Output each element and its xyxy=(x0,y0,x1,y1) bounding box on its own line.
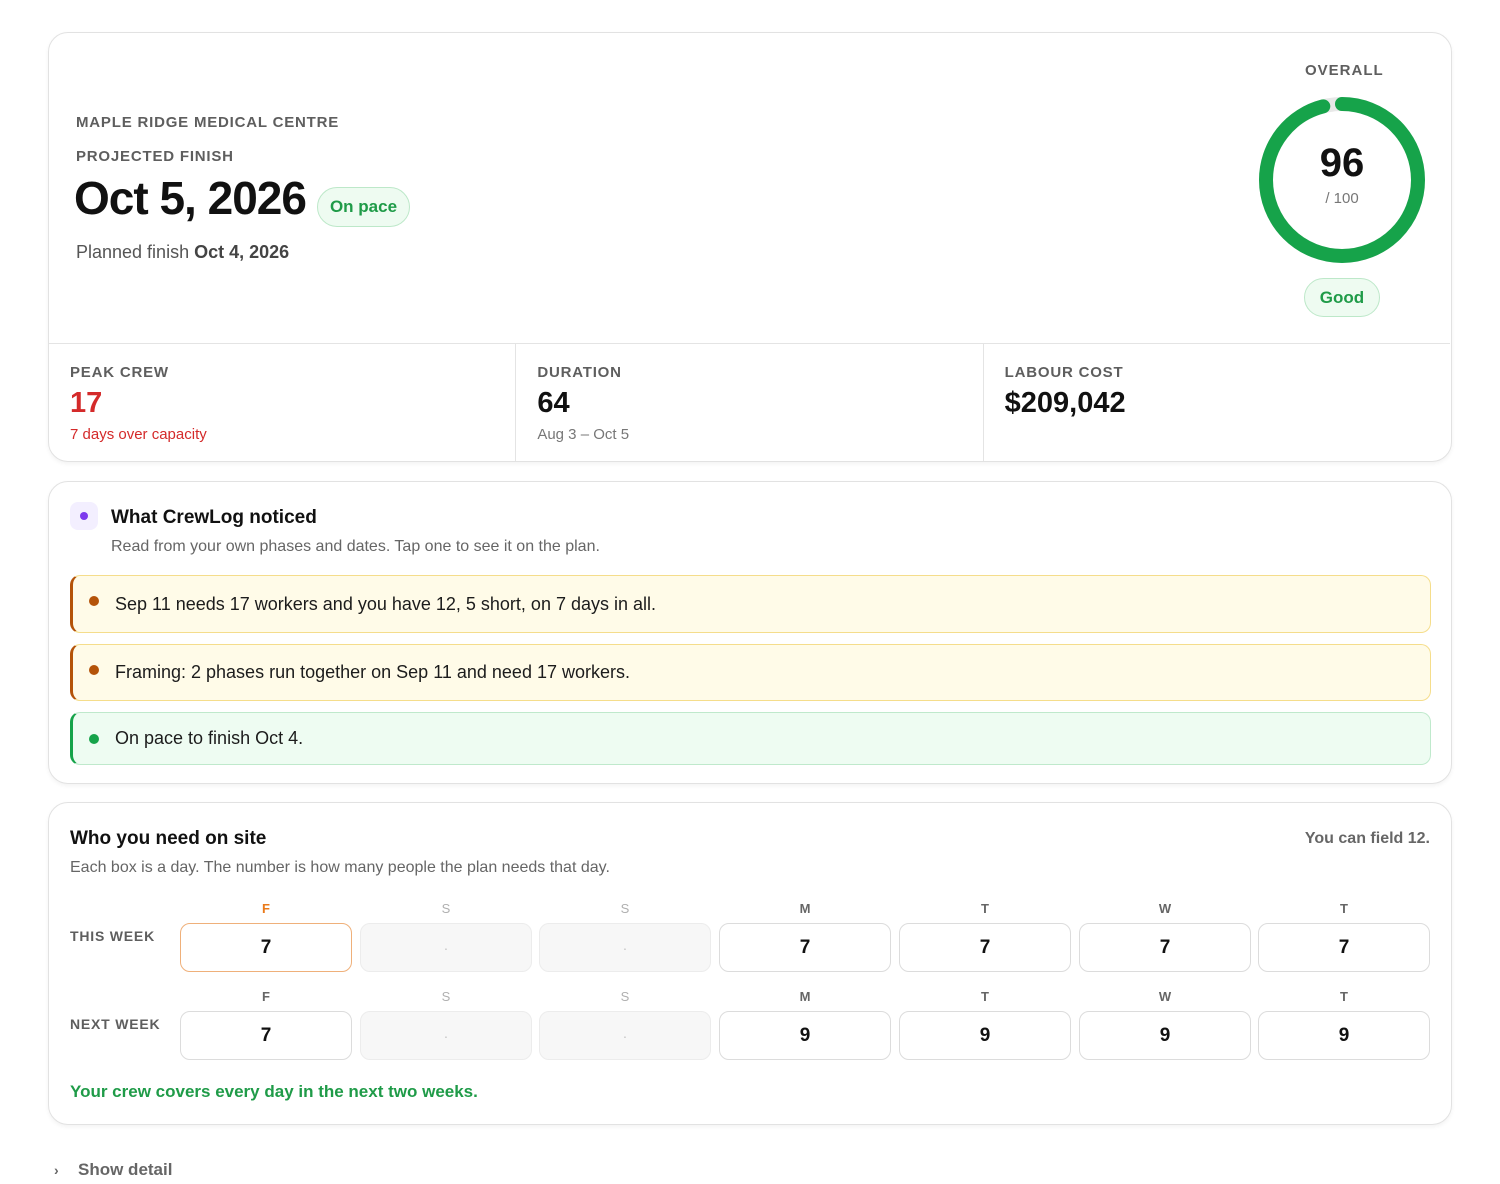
day-box[interactable]: 7 xyxy=(1079,923,1251,972)
overall-score: 96 xyxy=(1319,141,1365,185)
projected-finish-date: Oct 5, 2026 xyxy=(74,172,307,224)
projected-finish-label: PROJECTED FINISH xyxy=(76,148,234,165)
site-name: MAPLE RIDGE MEDICAL CENTRE xyxy=(76,114,340,131)
ok-dot-icon xyxy=(89,733,99,744)
day-box-off[interactable]: · xyxy=(360,923,532,972)
stat-sub: 7 days over capacity xyxy=(70,426,207,443)
stat-duration: DURATION 64 Aug 3 – Oct 5 xyxy=(516,344,984,461)
stat-value: 64 xyxy=(537,387,570,419)
day-box[interactable]: 7 xyxy=(180,923,352,972)
day-box[interactable]: 7 xyxy=(719,923,891,972)
day-box-off[interactable]: · xyxy=(539,1011,711,1060)
stat-peak-crew: PEAK CREW 17 7 days over capacity xyxy=(49,344,517,461)
planned-finish-date: Oct 4, 2026 xyxy=(194,242,290,262)
chevron-right-icon: › xyxy=(54,1162,59,1178)
insights-card: What CrewLog noticed Read from your own … xyxy=(48,481,1452,784)
day-box-off[interactable]: · xyxy=(539,923,711,972)
stat-label: PEAK CREW xyxy=(70,364,169,381)
day-letter: F xyxy=(262,901,270,916)
day-letter: M xyxy=(799,989,811,1004)
stat-labour-cost: LABOUR COST $209,042 xyxy=(984,344,1450,461)
crew-title: Who you need on site xyxy=(70,828,267,849)
day-letter: F xyxy=(262,989,270,1004)
insight-text: On pace to finish Oct 4. xyxy=(115,728,304,748)
day-box[interactable]: 9 xyxy=(1258,1011,1430,1060)
show-detail-label: Show detail xyxy=(78,1160,173,1179)
stat-value: 17 xyxy=(70,387,103,419)
day-letter: M xyxy=(799,901,811,916)
insights-subtitle: Read from your own phases and dates. Tap… xyxy=(111,538,600,555)
day-letter: T xyxy=(981,901,989,916)
planned-finish: Planned finish Oct 4, 2026 xyxy=(76,242,289,263)
insight-item-warning[interactable]: Sep 11 needs 17 workers and you have 12,… xyxy=(70,575,1431,633)
day-box[interactable]: 7 xyxy=(180,1011,352,1060)
insight-text: Framing: 2 phases run together on Sep 11… xyxy=(115,662,630,682)
stat-value: $209,042 xyxy=(1004,387,1126,419)
stats-row: PEAK CREW 17 7 days over capacity DURATI… xyxy=(49,343,1450,461)
crew-subtitle: Each box is a day. The number is how man… xyxy=(70,859,610,876)
week-label-this: THIS WEEK xyxy=(70,928,155,944)
day-box[interactable]: 7 xyxy=(899,923,1071,972)
day-box[interactable]: 9 xyxy=(899,1011,1071,1060)
day-letter: T xyxy=(1340,989,1348,1004)
day-letter: S xyxy=(620,901,630,916)
day-box[interactable]: 9 xyxy=(719,1011,891,1060)
stat-label: LABOUR COST xyxy=(1004,364,1124,381)
crew-capacity: You can field 12. xyxy=(1304,830,1430,847)
crew-needs-card: Who you need on site You can field 12. E… xyxy=(48,802,1452,1125)
day-letter: T xyxy=(981,989,989,1004)
stat-sub: Aug 3 – Oct 5 xyxy=(537,426,630,443)
day-box[interactable]: 7 xyxy=(1258,923,1430,972)
day-box[interactable]: 9 xyxy=(1079,1011,1251,1060)
day-letter: W xyxy=(1158,989,1172,1004)
pace-status-badge: On pace xyxy=(317,187,410,227)
insights-title: What CrewLog noticed xyxy=(111,507,317,528)
overall-label: OVERALL xyxy=(1305,62,1384,79)
day-letter: T xyxy=(1340,901,1348,916)
crew-coverage-message: Your crew covers every day in the next t… xyxy=(70,1082,478,1101)
insights-dot-icon xyxy=(70,502,98,530)
planned-finish-label: Planned finish xyxy=(76,242,190,262)
day-box-off[interactable]: · xyxy=(360,1011,532,1060)
week-label-next: NEXT WEEK xyxy=(70,1016,161,1032)
day-letter: S xyxy=(441,901,451,916)
warning-dot-icon xyxy=(89,596,99,606)
stat-label: DURATION xyxy=(537,364,622,381)
day-letter: S xyxy=(441,989,451,1004)
day-letter: W xyxy=(1158,901,1172,916)
show-detail-toggle[interactable]: › Show detail xyxy=(54,1160,172,1180)
day-letter: S xyxy=(620,989,630,1004)
project-summary-card: MAPLE RIDGE MEDICAL CENTRE PROJECTED FIN… xyxy=(48,32,1452,462)
warning-dot-icon xyxy=(89,665,99,675)
insight-text: Sep 11 needs 17 workers and you have 12,… xyxy=(115,593,657,614)
insight-item-warning[interactable]: Framing: 2 phases run together on Sep 11… xyxy=(70,644,1431,701)
overall-score-max: / 100 xyxy=(1325,190,1359,207)
score-rating-badge: Good xyxy=(1304,278,1380,317)
insight-item-ok[interactable]: On pace to finish Oct 4. xyxy=(70,712,1431,765)
